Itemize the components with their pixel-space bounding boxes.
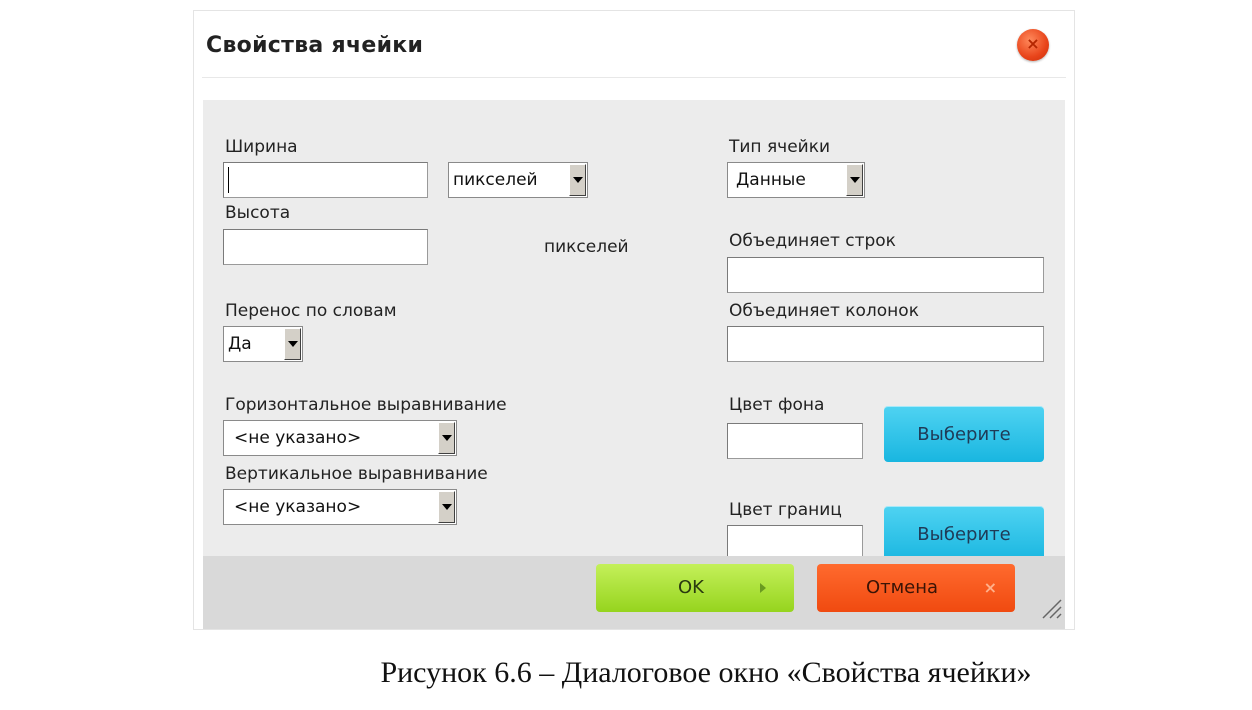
cell-type-value: Данные bbox=[736, 170, 806, 190]
resize-grip-icon[interactable] bbox=[1037, 594, 1063, 620]
border-color-label: Цвет границ bbox=[729, 500, 842, 520]
cancel-button-label: Отмена bbox=[865, 577, 939, 598]
row-span-input[interactable] bbox=[727, 257, 1044, 293]
chevron-down-icon bbox=[284, 328, 301, 360]
row-span-label: Объединяет строк bbox=[729, 231, 896, 251]
col-span-input[interactable] bbox=[727, 326, 1044, 362]
vertical-align-select[interactable]: <не указано> bbox=[223, 489, 457, 525]
arrow-right-icon bbox=[760, 583, 766, 593]
text-caret bbox=[228, 167, 229, 193]
ok-button[interactable]: OK bbox=[596, 564, 794, 612]
chevron-down-icon bbox=[438, 491, 455, 523]
horizontal-align-select[interactable]: <не указано> bbox=[223, 420, 457, 456]
chevron-down-icon bbox=[846, 164, 863, 196]
close-icon: × bbox=[1026, 34, 1040, 53]
close-icon: × bbox=[983, 578, 997, 597]
figure-caption: Рисунок 6.6 – Диалоговое окно «Свойства … bbox=[380, 656, 1032, 689]
chevron-down-icon bbox=[569, 164, 586, 196]
close-button[interactable]: × bbox=[1017, 29, 1049, 61]
col-span-label: Объединяет колонок bbox=[729, 301, 919, 321]
chevron-down-icon bbox=[438, 422, 455, 454]
word-wrap-select[interactable]: Да bbox=[223, 326, 303, 362]
choose-bg-color-button[interactable]: Выберите bbox=[884, 406, 1044, 462]
horizontal-align-label: Горизонтальное выравнивание bbox=[225, 395, 507, 415]
cell-type-label: Тип ячейки bbox=[729, 137, 831, 157]
dialog-body: Ширина пикселей Высота пикселей Перенос … bbox=[203, 100, 1065, 562]
dialog-title: Свойства ячейки bbox=[206, 33, 424, 58]
cancel-button[interactable]: Отмена × bbox=[817, 564, 1015, 612]
height-label: Высота bbox=[225, 203, 291, 223]
cell-properties-dialog: Свойства ячейки × Ширина пикселей Высота… bbox=[193, 10, 1075, 630]
vertical-align-value: <не указано> bbox=[234, 497, 362, 517]
word-wrap-label: Перенос по словам bbox=[225, 301, 397, 321]
height-input[interactable] bbox=[223, 229, 428, 265]
ok-button-label: OK bbox=[678, 577, 704, 598]
bg-color-label: Цвет фона bbox=[729, 395, 825, 415]
vertical-align-label: Вертикальное выравнивание bbox=[225, 464, 488, 484]
width-unit-select[interactable]: пикселей bbox=[448, 162, 588, 198]
bg-color-input[interactable] bbox=[727, 423, 863, 459]
cell-type-select[interactable]: Данные bbox=[727, 162, 865, 198]
width-label: Ширина bbox=[225, 137, 298, 157]
word-wrap-value: Да bbox=[228, 334, 252, 354]
height-unit-text: пикселей bbox=[544, 237, 629, 257]
title-divider bbox=[202, 77, 1066, 78]
width-unit-value: пикселей bbox=[453, 170, 538, 190]
choose-border-color-button[interactable]: Выберите bbox=[884, 506, 1044, 562]
width-input[interactable] bbox=[223, 162, 428, 198]
horizontal-align-value: <не указано> bbox=[234, 428, 362, 448]
